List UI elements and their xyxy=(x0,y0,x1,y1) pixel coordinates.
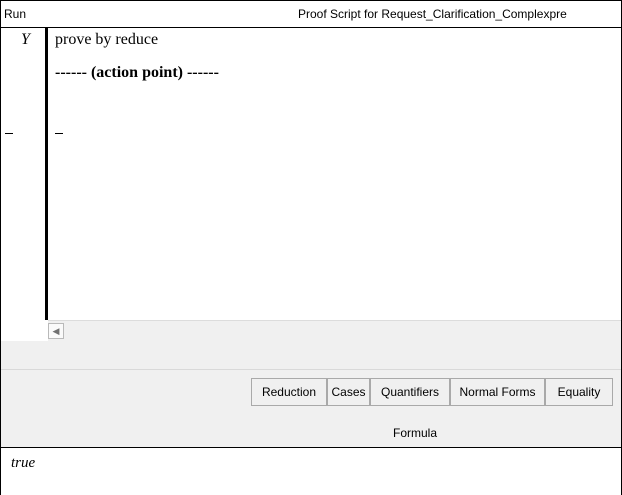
margin-dash xyxy=(5,133,13,134)
result-pane: true xyxy=(1,447,621,495)
margin-divider xyxy=(45,28,48,320)
panel-divider xyxy=(1,369,621,370)
horizontal-scrollbar[interactable]: ◀ xyxy=(48,320,621,341)
tab-quantifiers[interactable]: Quantifiers xyxy=(370,378,450,406)
script-margin xyxy=(1,28,45,320)
action-point-line[interactable]: ------ (action point) ------ xyxy=(55,64,219,82)
script-line[interactable]: prove by reduce xyxy=(55,31,158,49)
run-menu[interactable]: Run xyxy=(4,7,26,21)
formula-label: Formula xyxy=(393,426,438,440)
tab-normal-forms[interactable]: Normal Forms xyxy=(450,378,545,406)
window-title: Proof Script for Request_Clarification_C… xyxy=(298,7,567,21)
tab-equality[interactable]: Equality xyxy=(545,378,613,406)
tab-reduction[interactable]: Reduction xyxy=(251,378,327,406)
tab-cases[interactable]: Cases xyxy=(327,378,370,406)
status-marker: Y xyxy=(21,31,30,48)
result-text: true xyxy=(11,455,36,471)
proof-window: Run Proof Script for Request_Clarificati… xyxy=(0,0,622,495)
window-header: Run Proof Script for Request_Clarificati… xyxy=(1,1,621,28)
text-cursor xyxy=(55,133,63,134)
chevron-left-icon[interactable]: ◀ xyxy=(48,323,64,339)
